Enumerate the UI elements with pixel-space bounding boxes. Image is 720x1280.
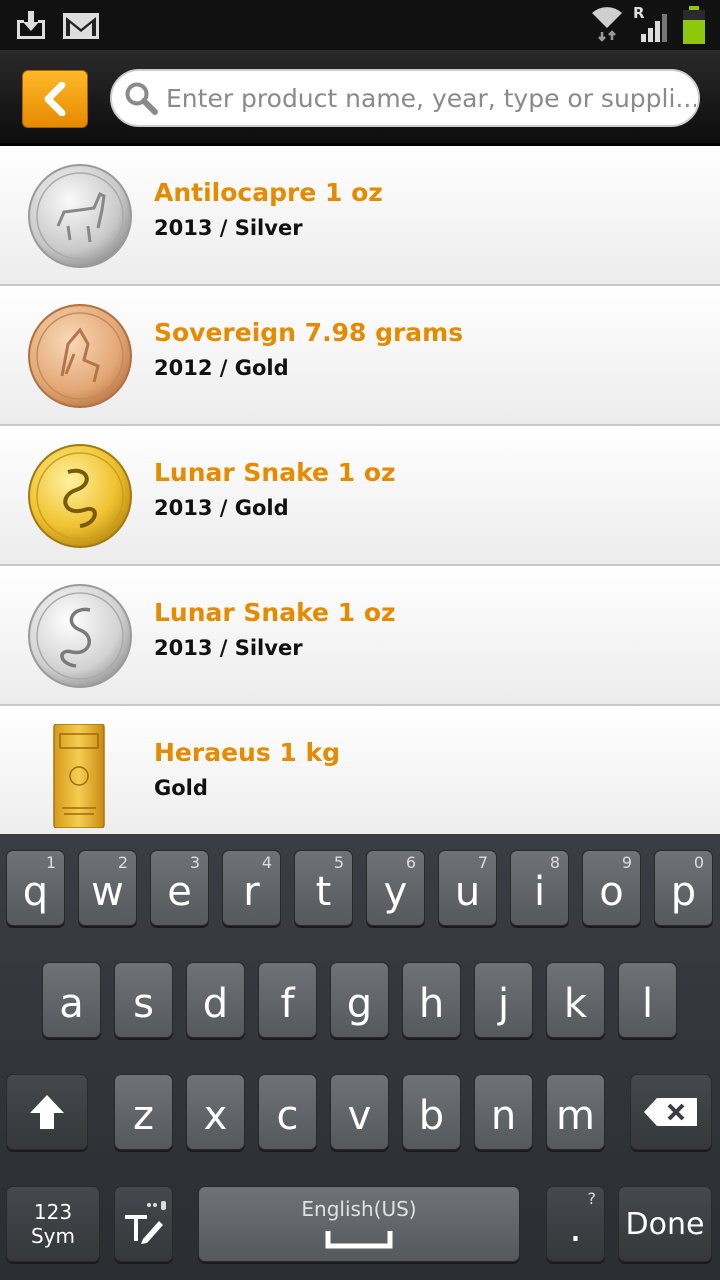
rose-gold-coin-image [28, 304, 132, 408]
list-item[interactable]: Antilocapre 1 oz 2013 / Silver [0, 146, 720, 286]
key-w[interactable]: 2w [78, 850, 137, 926]
search-input[interactable] [166, 83, 696, 113]
product-title: Lunar Snake 1 oz [154, 598, 396, 627]
key-f[interactable]: f [258, 962, 317, 1038]
key-t[interactable]: 5t [294, 850, 353, 926]
silver-coin-image [28, 164, 132, 268]
signal-icon [641, 14, 667, 42]
language-label: English(US) [301, 1197, 417, 1221]
backspace-icon [644, 1098, 697, 1126]
product-subtitle: Gold [154, 776, 208, 800]
gmail-icon [63, 13, 99, 39]
product-title: Heraeus 1 kg [154, 738, 341, 767]
product-title: Sovereign 7.98 grams [154, 318, 464, 347]
key-a[interactable]: a [42, 962, 101, 1038]
key-c[interactable]: c [258, 1074, 317, 1150]
shift-arrow-icon [30, 1095, 64, 1129]
key-p[interactable]: 0p [654, 850, 713, 926]
key-b[interactable]: b [402, 1074, 461, 1150]
key-m[interactable]: m [546, 1074, 605, 1150]
key-g[interactable]: g [330, 962, 389, 1038]
search-icon [125, 82, 158, 115]
key-o[interactable]: 9o [582, 850, 641, 926]
product-list: Antilocapre 1 oz 2013 / Silver Sovereign… [0, 146, 720, 834]
download-icon [17, 11, 45, 39]
symbols-key[interactable]: 123 Sym [6, 1186, 100, 1262]
handwriting-key[interactable] [114, 1186, 173, 1262]
space-bar-icon [325, 1231, 393, 1249]
key-u[interactable]: 7u [438, 850, 497, 926]
chevron-left-icon [44, 82, 66, 116]
done-key[interactable]: Done [618, 1186, 712, 1262]
product-subtitle: 2012 / Gold [154, 356, 289, 380]
shift-key[interactable] [6, 1074, 88, 1150]
product-subtitle: 2013 / Silver [154, 216, 303, 240]
backspace-key[interactable] [630, 1074, 712, 1150]
list-item[interactable]: Lunar Snake 1 oz 2013 / Gold [0, 426, 720, 566]
wifi-icon [592, 7, 622, 42]
on-screen-keyboard: 1q 2w 3e 4r 5t 6y 7u 8i 9o 0p a s d f g … [0, 834, 720, 1280]
key-l[interactable]: l [618, 962, 677, 1038]
top-bar [0, 50, 720, 146]
space-key[interactable]: English(US) [198, 1186, 520, 1262]
key-i[interactable]: 8i [510, 850, 569, 926]
key-k[interactable]: k [546, 962, 605, 1038]
key-h[interactable]: h [402, 962, 461, 1038]
key-j[interactable]: j [474, 962, 533, 1038]
key-y[interactable]: 6y [366, 850, 425, 926]
key-x[interactable]: x [186, 1074, 245, 1150]
key-z[interactable]: z [114, 1074, 173, 1150]
period-key[interactable]: ? . [546, 1186, 605, 1262]
key-v[interactable]: v [330, 1074, 389, 1150]
key-r[interactable]: 4r [222, 850, 281, 926]
product-title: Antilocapre 1 oz [154, 178, 383, 207]
gold-coin-image [28, 444, 132, 548]
status-bar: R [0, 0, 720, 50]
list-item[interactable]: Lunar Snake 1 oz 2013 / Silver [0, 566, 720, 706]
silver-coin-image [28, 584, 132, 688]
list-item[interactable]: Sovereign 7.98 grams 2012 / Gold [0, 286, 720, 426]
search-box[interactable] [110, 69, 700, 127]
list-item[interactable]: Heraeus 1 kg Gold [0, 706, 720, 834]
key-n[interactable]: n [474, 1074, 533, 1150]
key-s[interactable]: s [114, 962, 173, 1038]
key-e[interactable]: 3e [150, 850, 209, 926]
product-subtitle: 2013 / Gold [154, 496, 289, 520]
text-pen-icon [124, 1201, 166, 1244]
back-button[interactable] [22, 70, 88, 128]
key-d[interactable]: d [186, 962, 245, 1038]
product-title: Lunar Snake 1 oz [154, 458, 396, 487]
gold-bar-image [53, 724, 105, 828]
battery-icon [683, 6, 705, 44]
product-subtitle: 2013 / Silver [154, 636, 303, 660]
key-q[interactable]: 1q [6, 850, 65, 926]
